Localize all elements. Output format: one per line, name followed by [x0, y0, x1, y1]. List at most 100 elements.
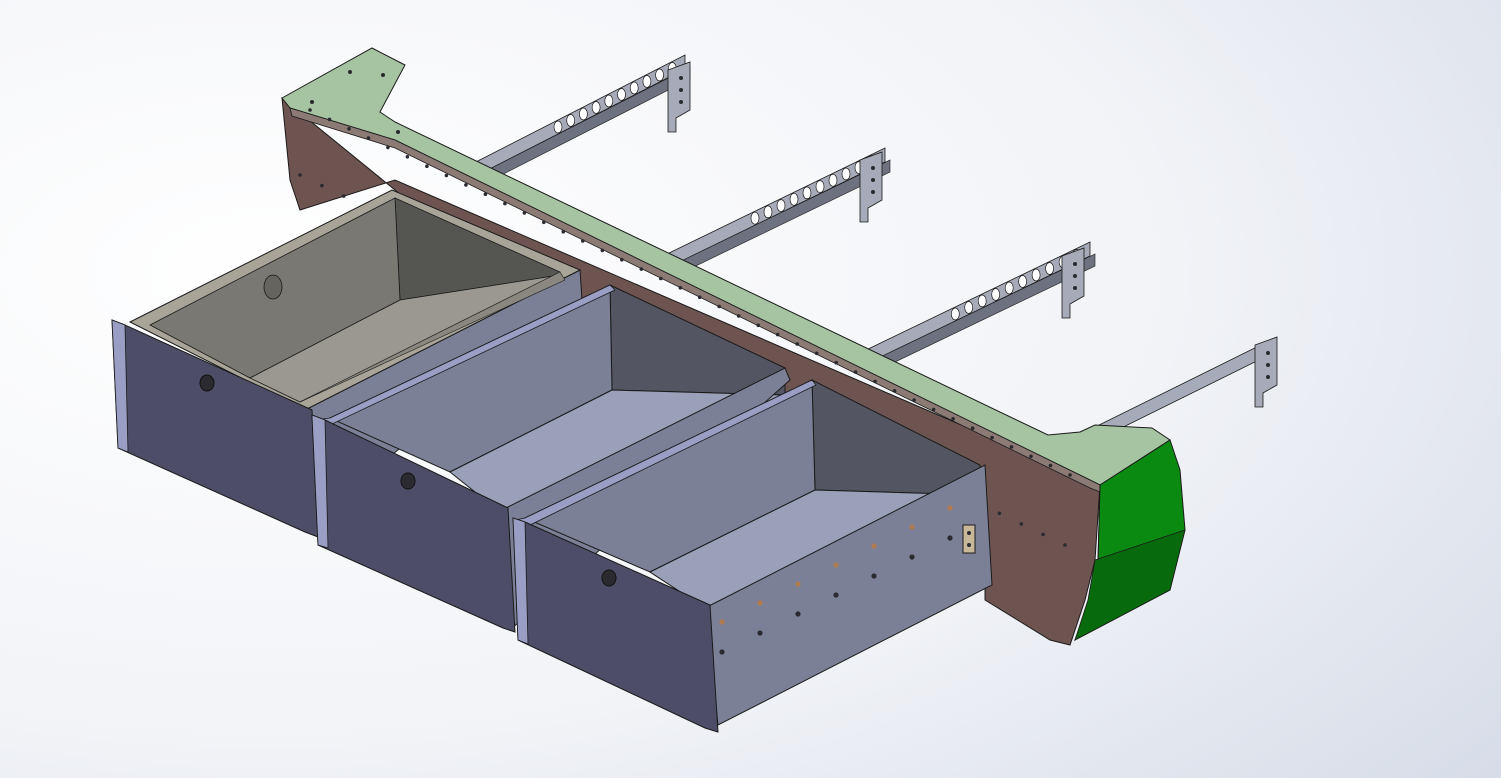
rail-hole	[553, 120, 563, 134]
mount-hole-icon	[298, 173, 302, 177]
mount-hole-icon	[320, 183, 324, 188]
bolt-icon	[833, 592, 839, 598]
mount-hole-icon	[464, 183, 468, 187]
mount-hole-icon	[997, 511, 1002, 516]
rail-hole	[655, 68, 664, 82]
mount-hole-icon	[366, 136, 371, 140]
rail-hole	[950, 307, 960, 321]
mount-hole-icon	[795, 342, 799, 346]
mount-hole-icon	[561, 229, 566, 234]
rail-hole	[1045, 262, 1054, 275]
bolt-icon	[795, 611, 801, 617]
bolt-icon	[757, 600, 763, 606]
mount-hole-icon	[892, 389, 897, 393]
mount-hole-icon	[970, 426, 975, 431]
bolt-icon	[719, 649, 725, 655]
mount-hole-icon	[444, 173, 449, 178]
mount-hole-icon	[678, 286, 683, 290]
mount-hole-icon	[990, 435, 994, 440]
bolt-icon	[909, 554, 915, 560]
mount-hole-icon	[679, 76, 683, 80]
rail-hole	[828, 173, 838, 187]
bolt-icon	[967, 543, 971, 547]
mount-hole-icon	[931, 407, 936, 412]
rail-hole	[1004, 281, 1014, 295]
mount-hole-icon	[871, 178, 875, 182]
mount-hole-icon	[522, 211, 527, 215]
mount-hole-icon	[717, 304, 721, 309]
bolt-icon	[871, 543, 877, 549]
mount-hole-icon	[679, 100, 683, 104]
rail-hole	[763, 205, 773, 219]
rail-hole	[841, 167, 851, 181]
mount-hole-icon	[871, 166, 875, 170]
mount-hole-icon	[1029, 454, 1033, 459]
mount-hole-icon	[697, 295, 702, 300]
mount-hole-icon	[1266, 375, 1270, 379]
mount-hole-icon	[503, 201, 507, 206]
mount-hole-icon	[310, 100, 314, 104]
mount-hole-icon	[814, 351, 819, 356]
mount-hole-icon	[1063, 543, 1067, 547]
mount-hole-icon	[736, 314, 741, 318]
bolt-icon	[795, 581, 801, 587]
mount-hole-icon	[1266, 363, 1270, 367]
mount-hole-icon	[1009, 445, 1014, 449]
rail-hole	[750, 211, 760, 225]
mount-hole-icon	[542, 220, 546, 225]
rail-hole	[642, 75, 652, 88]
mount-hole-icon	[834, 360, 838, 365]
rail-hole	[802, 186, 812, 200]
rail-hole	[617, 88, 626, 101]
bolt-icon	[967, 531, 971, 535]
mount-hole-icon	[853, 370, 858, 374]
mount-hole-icon	[620, 257, 624, 262]
rail-hole	[776, 199, 786, 212]
mount-hole-icon	[1266, 351, 1270, 355]
mount-hole-icon	[1048, 463, 1053, 468]
rail-hole	[977, 294, 987, 308]
mount-hole-icon	[1068, 473, 1072, 477]
mount-hole-icon	[308, 108, 312, 112]
rail-hole	[991, 288, 1001, 301]
mount-hole-icon	[871, 190, 875, 194]
rail-hole	[964, 301, 974, 314]
handle-hole-icon[interactable]	[199, 374, 215, 392]
mount-hole-icon	[425, 164, 429, 168]
mount-hole-icon	[912, 398, 916, 402]
mount-hole-icon	[341, 194, 346, 198]
rail-hole	[579, 107, 588, 121]
mount-hole-icon	[347, 126, 351, 131]
rail-hole	[566, 114, 576, 127]
mount-hole-icon	[639, 267, 644, 271]
rail-hole	[591, 101, 601, 114]
bolt-icon	[757, 630, 763, 636]
bolt-icon	[719, 619, 725, 625]
mount-hole-icon	[679, 88, 683, 92]
handle-hole-icon[interactable]	[601, 569, 617, 587]
rail-hole	[604, 94, 614, 108]
mount-hole-icon	[1041, 532, 1045, 537]
mount-hole-icon	[386, 145, 390, 150]
rail-hole	[789, 192, 799, 206]
mount-hole-icon	[600, 248, 605, 253]
mount-hole-icon	[405, 155, 410, 159]
rail-hole	[1018, 275, 1027, 288]
mount-hole-icon	[873, 379, 877, 384]
mount-hole-icon	[483, 192, 488, 196]
mount-hole-icon	[1073, 262, 1077, 266]
mount-hole-icon	[1019, 522, 1024, 526]
mount-hole-icon	[348, 70, 352, 74]
bolt-icon	[871, 573, 877, 579]
bolt-icon	[947, 505, 953, 511]
mount-hole-icon	[1073, 286, 1077, 290]
cad-model-scene[interactable]	[0, 0, 1501, 778]
handle-hole-icon[interactable]	[400, 472, 416, 490]
mount-hole-icon	[581, 239, 585, 243]
mount-hole-icon	[756, 323, 760, 328]
cad-viewport[interactable]	[0, 0, 1501, 778]
drawer-1-side-hole-icon	[263, 274, 283, 300]
rail-hole	[815, 180, 825, 193]
mount-hole-icon	[659, 276, 663, 281]
mount-hole-icon	[327, 117, 332, 122]
